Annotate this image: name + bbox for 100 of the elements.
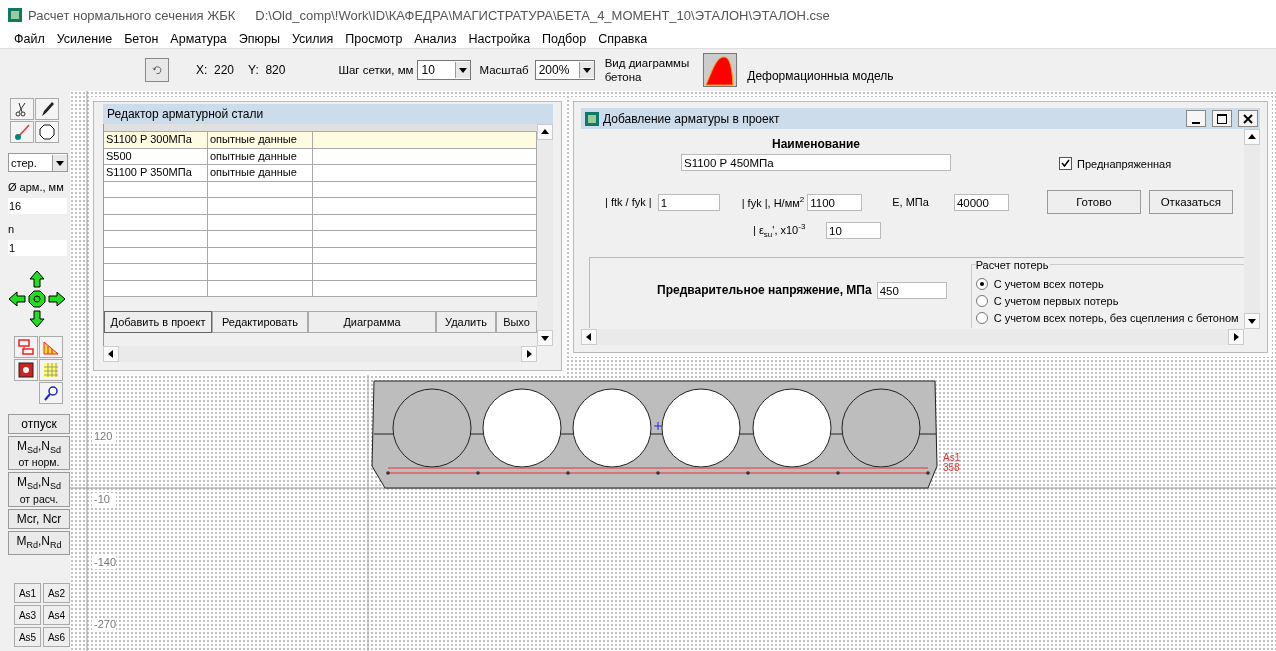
rebar-group-button[interactable]: As2 [43, 583, 70, 604]
calc-button[interactable]: M$_{Rd}$,N$_{Rd}$ [8, 530, 70, 556]
center-icon[interactable] [28, 290, 46, 308]
line-icon [15, 124, 30, 140]
scrollbar[interactable] [581, 329, 1244, 345]
rebar-group-button[interactable]: As1 [14, 583, 41, 604]
table-row[interactable]: S1100 P 350МПа опытные данные [104, 165, 537, 182]
scale-combo[interactable]: 200% [534, 60, 595, 80]
app-icon [8, 8, 22, 22]
menu-item[interactable]: Справка [592, 32, 654, 46]
scroll-up-button[interactable] [537, 124, 553, 140]
scroll-up-button[interactable] [1244, 129, 1260, 145]
tool-button[interactable] [35, 121, 59, 143]
menu-item[interactable]: Настройка [462, 32, 537, 46]
up-arrow-icon [541, 128, 549, 136]
count-label: n [8, 223, 16, 237]
tool-button[interactable] [14, 359, 38, 381]
editor-button[interactable]: Добавить в проект [104, 311, 212, 333]
scroll-right-button[interactable] [1228, 329, 1244, 345]
name-label: Наименование [771, 137, 860, 151]
type-combo[interactable]: стер. [8, 153, 68, 172]
menu-item[interactable]: Просмотр [339, 32, 409, 46]
prestress-label: Предварительное напряжение, МПа [657, 283, 872, 297]
field-label: E, МПа [892, 196, 929, 208]
diagram-type-label: бетона [604, 70, 643, 84]
maximize-icon [1217, 113, 1227, 124]
down-arrow-icon [459, 66, 468, 74]
tool-button[interactable] [39, 382, 63, 404]
undo-button[interactable] [145, 58, 169, 82]
menu-item[interactable]: Арматура [164, 32, 233, 46]
prestress-field[interactable]: 450 [876, 281, 947, 299]
table-cell: S1100 P 350МПа [104, 165, 208, 181]
scrollbar[interactable] [537, 124, 553, 346]
scrollbar[interactable] [103, 346, 537, 362]
calc-button[interactable]: Mcr, Ncr [8, 508, 70, 529]
arrow-icon[interactable] [8, 290, 26, 308]
arrow-icon[interactable] [28, 270, 46, 288]
check-icon [1061, 159, 1070, 168]
table-row[interactable]: S1100 P 300МПа опытные данные [104, 132, 537, 149]
rebar-group-button[interactable]: As5 [14, 627, 41, 648]
calc-button[interactable]: M$_{Sd}$,N$_{Sd}$ от норм. [8, 436, 70, 471]
rebar-group-button[interactable]: As4 [43, 605, 70, 626]
close-icon [1243, 113, 1253, 124]
diameter-label: Ø арм., мм [8, 181, 65, 195]
grid-icon [43, 362, 59, 378]
fyk-field[interactable]: 1100 [807, 193, 863, 211]
prestressed-checkbox[interactable] [1059, 157, 1072, 170]
rebar-group-button[interactable]: As6 [43, 627, 70, 648]
arrow-icon[interactable] [48, 290, 66, 308]
radio-button[interactable] [975, 277, 988, 290]
zoom-icon [44, 386, 58, 401]
count-field[interactable]: 1 [8, 240, 67, 256]
pen-icon [42, 102, 54, 116]
menu-item[interactable]: Подбор [536, 32, 593, 46]
grid-step-combo[interactable]: 10 [417, 60, 472, 80]
maximize-button[interactable] [1212, 110, 1232, 127]
network-icon [18, 339, 34, 355]
calc-button[interactable]: M$_{Sd}$,N$_{Sd}$ от расч. [8, 472, 70, 507]
axis-label: -10 [94, 493, 110, 505]
scroll-left-button[interactable] [103, 346, 119, 362]
editor-button[interactable]: Диаграмма [308, 311, 436, 333]
scroll-right-button[interactable] [521, 346, 537, 362]
curve-icon [704, 54, 737, 86]
radio-button[interactable] [975, 311, 988, 324]
coordinate-readout: X: 220 [196, 63, 235, 77]
up-arrow-icon [1248, 133, 1256, 141]
diameter-field[interactable]: 16 [8, 198, 67, 214]
modulus-field[interactable]: 40000 [953, 193, 1009, 211]
diagram-button[interactable] [703, 53, 738, 87]
editor-button[interactable]: Выхо [496, 311, 537, 333]
name-field[interactable]: S1100 P 450МПа [681, 154, 951, 171]
menu-item[interactable]: Анализ [408, 32, 463, 46]
scroll-down-button[interactable] [537, 330, 553, 346]
menu-item[interactable]: Бетон [118, 32, 165, 46]
arrow-icon[interactable] [28, 310, 46, 328]
left-arrow-icon [107, 350, 115, 358]
scrollbar[interactable] [1244, 129, 1260, 329]
radio-button[interactable] [975, 294, 988, 307]
scale-label: Масштаб [479, 64, 529, 76]
scroll-left-button[interactable] [581, 329, 597, 345]
rebar-group-button[interactable]: As3 [14, 605, 41, 626]
diagram-type-label: Вид диаграммы [604, 56, 690, 70]
menu-item[interactable]: Файл [8, 32, 51, 46]
scroll-down-button[interactable] [1244, 313, 1260, 329]
done-button[interactable]: Готово [1046, 190, 1141, 214]
window-title: Добавление арматуры в проект [603, 111, 781, 126]
editor-button[interactable]: Удалить [436, 311, 496, 333]
calc-button[interactable]: отпуск [8, 414, 70, 434]
cancel-button[interactable]: Отказаться [1148, 190, 1233, 214]
editor-button[interactable]: Редактировать [212, 311, 308, 333]
field-label: | ftk / fyk | [605, 196, 652, 208]
ratio-field[interactable]: 1 [657, 193, 720, 211]
menu-item[interactable]: Эпюры [232, 32, 286, 46]
strain-field[interactable]: 10 [826, 221, 881, 239]
minimize-button[interactable] [1186, 110, 1206, 127]
window-title: Расчет нормального сечения ЖБК [28, 7, 236, 23]
menu-item[interactable]: Усилия [285, 32, 340, 46]
tool-button[interactable] [35, 98, 59, 120]
close-button[interactable] [1238, 110, 1258, 127]
menu-item[interactable]: Усиление [50, 32, 119, 46]
